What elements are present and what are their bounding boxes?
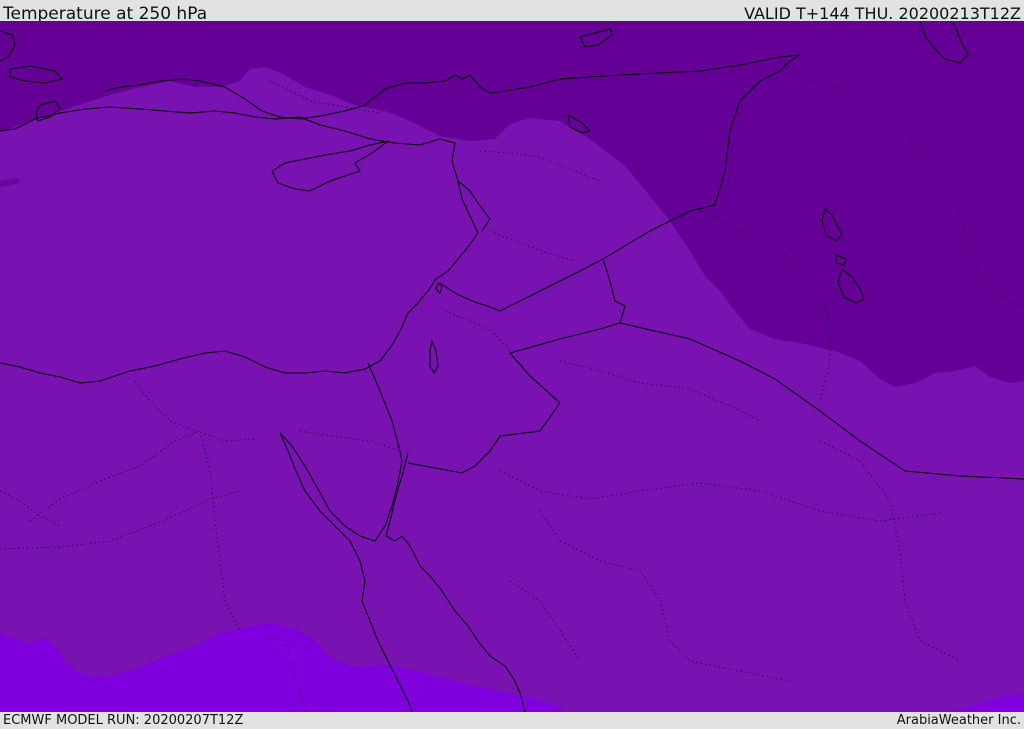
map-canvas (0, 21, 1024, 712)
model-run-label: ECMWF MODEL RUN: 20200207T12Z (3, 713, 244, 728)
temperature-map (0, 21, 1024, 712)
weather-map-frame: Temperature at 250 hPa VALID T+144 THU. … (0, 0, 1024, 729)
footer-bar: ECMWF MODEL RUN: 20200207T12Z ArabiaWeat… (0, 712, 1024, 729)
header-bar: Temperature at 250 hPa VALID T+144 THU. … (0, 0, 1024, 24)
credit-label: ArabiaWeather Inc. (896, 713, 1021, 728)
